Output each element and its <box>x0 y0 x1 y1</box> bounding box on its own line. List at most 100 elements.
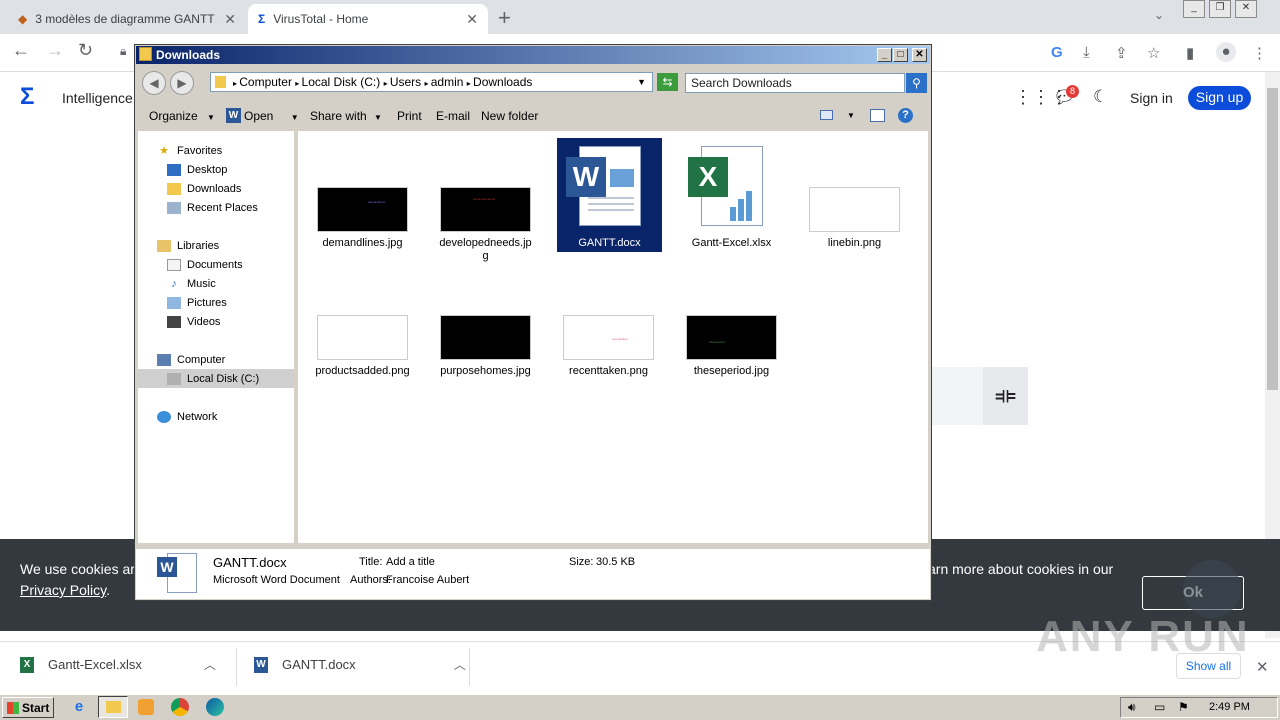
nav-local-disk[interactable]: Local Disk (C:) <box>167 371 259 387</box>
views-dropdown-icon[interactable]: ▼ <box>847 111 855 120</box>
tab-search-icon[interactable]: ⌄ <box>1154 8 1164 22</box>
details-title-value[interactable]: Add a title <box>386 556 435 568</box>
search-downloads-input[interactable]: Search Downloads <box>685 73 905 93</box>
nav-downloads[interactable]: Downloads <box>167 181 241 197</box>
nav-desktop[interactable]: Desktop <box>167 162 227 178</box>
pictures-icon <box>167 297 181 309</box>
profile-icon[interactable]: ● <box>1216 42 1236 62</box>
nav-recent-places[interactable]: Recent Places <box>167 200 258 216</box>
address-bar[interactable]: ▸ Computer ▸ Local Disk (C:) ▸ Users ▸ a… <box>210 72 653 92</box>
explorer-forward-button[interactable]: ▶ <box>170 71 194 95</box>
sign-in-link[interactable]: Sign in <box>1130 90 1173 106</box>
tab-gantt[interactable]: ◆ 3 modèles de diagramme GANTT vier ✕ <box>8 4 246 34</box>
nav-intelligence[interactable]: Intelligence <box>62 90 133 106</box>
page-scrollbar-thumb[interactable] <box>1267 88 1278 390</box>
recent-places-icon <box>167 202 181 214</box>
file-linebin[interactable]: linebin.png <box>802 140 907 260</box>
nav-documents[interactable]: Documents <box>167 257 243 273</box>
privacy-policy-link[interactable]: Privacy Policy <box>20 582 106 598</box>
explorer-minimize-button[interactable]: _ <box>877 48 892 62</box>
share-icon[interactable]: ⇪ <box>1115 44 1128 62</box>
explorer-close-button[interactable]: ✕ <box>912 48 927 62</box>
file-gantt-excel[interactable]: X Gantt-Excel.xlsx <box>679 140 784 260</box>
details-authors-value[interactable]: Francoise Aubert <box>386 574 469 586</box>
file-productsadded[interactable]: productsadded.png <box>310 268 415 388</box>
search-icon[interactable]: ⚲ <box>906 73 927 93</box>
network-tray-icon[interactable]: ▭ <box>1154 700 1165 714</box>
back-icon[interactable]: ← <box>12 40 30 61</box>
word-app-icon: W <box>226 108 241 123</box>
close-window-button[interactable]: ✕ <box>1235 0 1257 18</box>
nav-favorites[interactable]: ★ Favorites <box>157 143 222 159</box>
nav-computer[interactable]: Computer <box>157 352 225 368</box>
reload-icon[interactable]: ↻ <box>78 40 93 61</box>
minimize-button[interactable]: _ <box>1183 0 1205 18</box>
sign-up-button[interactable]: Sign up <box>1188 86 1251 110</box>
chevron-up-icon[interactable]: ︿ <box>454 656 466 673</box>
nav-videos[interactable]: Videos <box>167 314 220 330</box>
nav-pictures[interactable]: Pictures <box>167 295 227 311</box>
nav-music[interactable]: ♪ Music <box>167 276 216 292</box>
new-folder-button[interactable]: New folder <box>481 109 538 123</box>
embed-icon[interactable]: ⟚ <box>983 367 1028 425</box>
volume-icon[interactable]: 🔊︎ <box>1128 700 1136 715</box>
print-button[interactable]: Print <box>397 109 422 123</box>
refresh-icon[interactable]: ⇆ <box>657 73 678 91</box>
explorer-back-button[interactable]: ◀ <box>142 71 166 95</box>
open-button[interactable]: Open ▼ <box>244 109 299 123</box>
share-with-button[interactable]: Share with ▼ <box>310 109 382 123</box>
google-icon[interactable]: G <box>1051 44 1063 61</box>
virustotal-logo-icon[interactable]: Σ <box>20 85 44 110</box>
address-dropdown-icon[interactable]: ▼ <box>637 73 646 91</box>
help-icon[interactable]: ? <box>898 108 913 123</box>
media-player-icon[interactable] <box>138 699 154 715</box>
network-icon <box>157 411 171 423</box>
nav-libraries[interactable]: Libraries <box>157 238 219 254</box>
chevron-up-icon[interactable]: ︿ <box>204 656 216 673</box>
download-item-excel[interactable]: X Gantt-Excel.xlsx ︿ <box>20 656 216 673</box>
explorer-maximize-button[interactable]: □ <box>893 48 908 62</box>
chrome-icon[interactable] <box>171 698 189 716</box>
image-thumbnail: theseperiod <box>686 315 777 360</box>
explorer-taskbar-icon[interactable] <box>98 696 128 718</box>
close-shelf-icon[interactable]: ✕ <box>1256 658 1269 676</box>
nav-label: Music <box>187 278 216 290</box>
menu-icon[interactable]: ⋮ <box>1252 44 1267 62</box>
theme-toggle-icon[interactable]: ☾ <box>1093 87 1108 107</box>
restore-button[interactable]: ❐ <box>1209 0 1231 18</box>
flag-icon[interactable]: ⚑ <box>1178 700 1189 714</box>
preview-pane-icon[interactable] <box>870 109 885 122</box>
start-button[interactable]: Start <box>2 697 54 718</box>
file-theseperiod[interactable]: theseperiod theseperiod.jpg <box>679 268 784 388</box>
tab-virustotal[interactable]: Σ VirusTotal - Home ✕ <box>248 4 488 34</box>
file-name-line2: g <box>482 250 489 262</box>
breadcrumb-downloads[interactable]: Downloads <box>473 75 532 89</box>
file-developedneeds[interactable]: developedneeds developedneeds.jp g <box>433 140 538 262</box>
close-tab-icon[interactable]: ✕ <box>466 11 478 28</box>
bookmark-star-icon[interactable]: ☆ <box>1147 44 1160 62</box>
breadcrumb-local-disk[interactable]: Local Disk (C:) <box>302 75 381 89</box>
new-tab-button[interactable]: + <box>498 5 511 31</box>
install-icon[interactable]: ⤓ <box>1083 44 1090 61</box>
clock[interactable]: 2:49 PM <box>1209 701 1250 713</box>
breadcrumb-users[interactable]: Users <box>390 75 421 89</box>
views-icon[interactable] <box>820 110 833 120</box>
edge-icon[interactable] <box>206 698 224 716</box>
close-tab-icon[interactable]: ✕ <box>224 11 236 28</box>
ie-icon[interactable]: e <box>70 698 88 716</box>
breadcrumb-admin[interactable]: admin <box>431 75 464 89</box>
file-demandlines[interactable]: demandlines demandlines.jpg <box>310 140 415 260</box>
file-gantt-docx[interactable]: W GANTT.docx <box>557 138 662 252</box>
system-tray <box>1120 697 1278 718</box>
chat-icon[interactable] <box>1183 560 1241 618</box>
nav-network[interactable]: Network <box>157 409 217 425</box>
nav-label: Desktop <box>187 164 228 176</box>
download-item-word[interactable]: W GANTT.docx ︿ <box>254 656 466 673</box>
side-panel-icon[interactable]: ▮ <box>1186 44 1194 62</box>
forward-icon[interactable]: → <box>46 40 64 61</box>
organize-button[interactable]: Organize ▼ <box>149 109 215 123</box>
email-button[interactable]: E-mail <box>436 109 470 123</box>
file-recenttaken[interactable]: recenttaken recenttaken.png <box>556 268 661 388</box>
file-purposehomes[interactable]: purposehomes.jpg <box>433 268 538 388</box>
breadcrumb-computer[interactable]: Computer <box>239 75 292 89</box>
